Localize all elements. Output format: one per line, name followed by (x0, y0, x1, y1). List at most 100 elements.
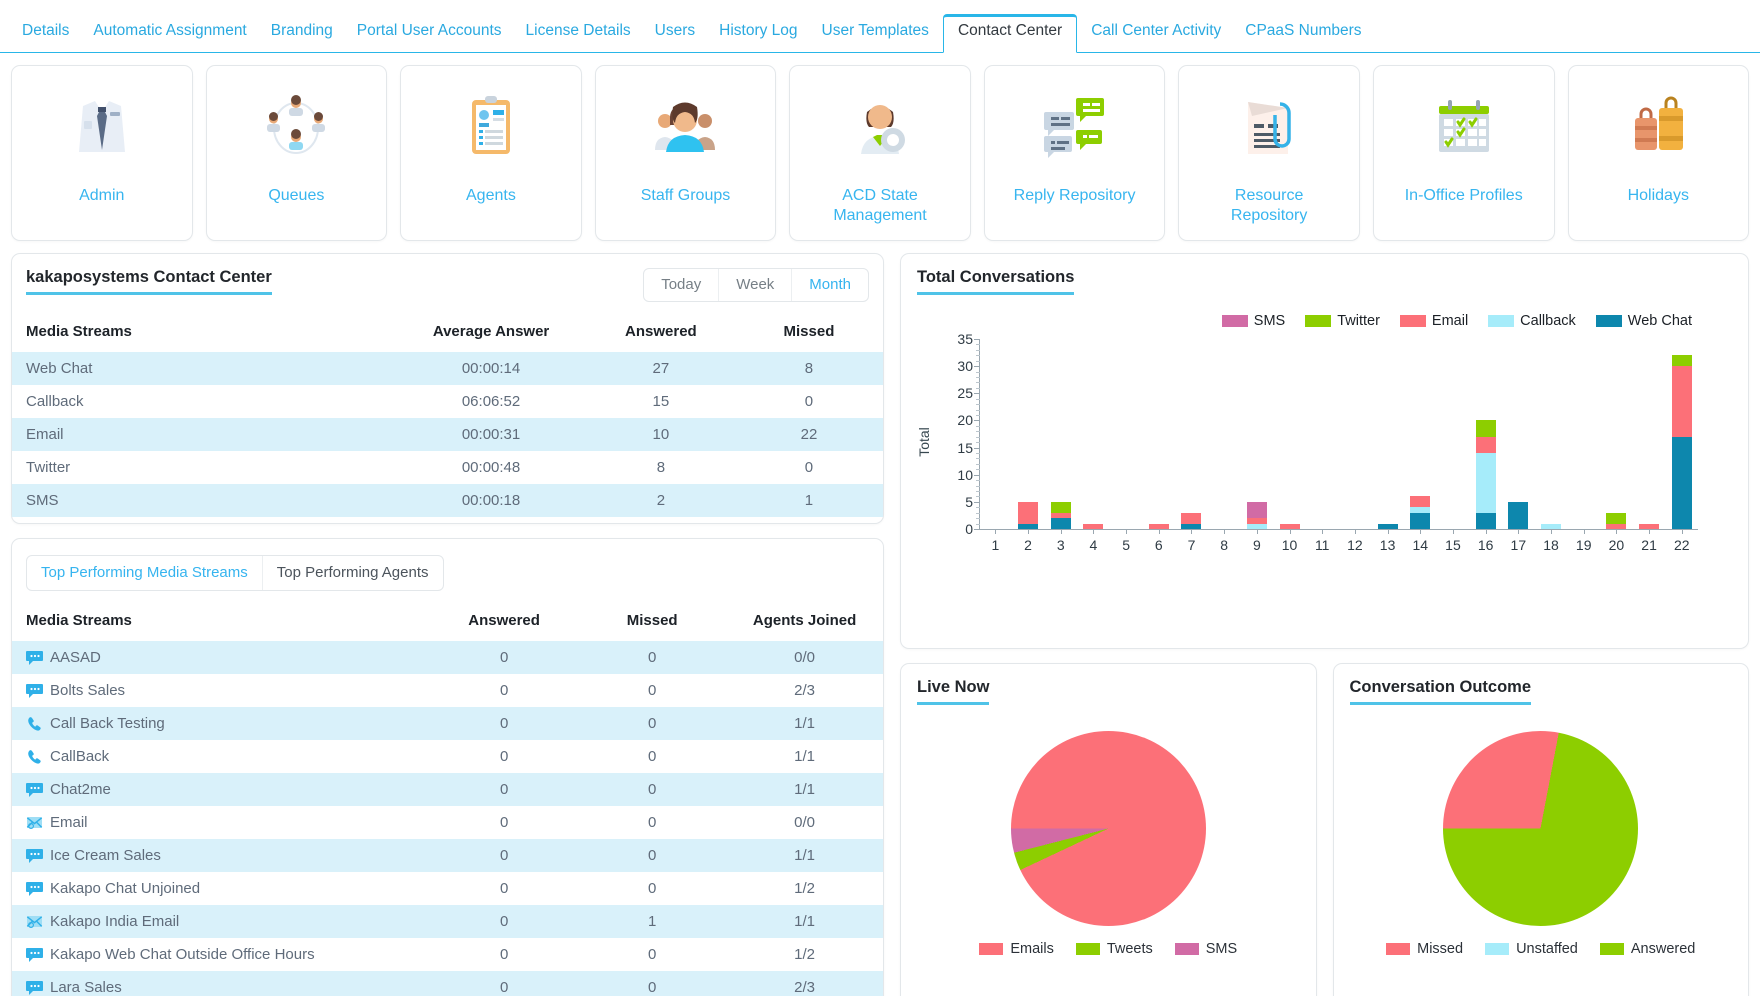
tp-cell-stream: AASAD (12, 641, 430, 674)
card-agents[interactable]: Agents (400, 65, 582, 241)
x-tick-label: 2 (1012, 537, 1045, 553)
card-holidays[interactable]: Holidays (1568, 65, 1750, 241)
bar-column[interactable] (979, 339, 1012, 529)
bar-column[interactable] (1535, 339, 1568, 529)
bar-column[interactable] (1044, 339, 1077, 529)
card-label: Staff Groups (641, 186, 731, 206)
legend-item-twitter[interactable]: Twitter (1305, 313, 1380, 329)
legend-item-sms[interactable]: SMS (1222, 313, 1285, 329)
bar-segment-web-chat (1508, 502, 1528, 529)
chat-icon (26, 947, 43, 962)
period-week[interactable]: Week (718, 269, 791, 301)
table-row: Email00:00:311022 (12, 418, 883, 451)
pie-chart[interactable] (1011, 731, 1206, 926)
y-tick-label: 25 (949, 385, 973, 401)
bar-column[interactable] (1437, 339, 1470, 529)
card-label: Resource Repository (1204, 186, 1334, 226)
bar-column[interactable] (1208, 339, 1241, 529)
bar-segment-web-chat (1410, 513, 1430, 529)
legend-item-callback[interactable]: Callback (1488, 313, 1576, 329)
pie-chart[interactable] (1443, 731, 1638, 926)
bar-column[interactable] (1142, 339, 1175, 529)
pie-legend-item-answered[interactable]: Answered (1600, 941, 1695, 957)
bar-segment-web-chat (1476, 513, 1496, 529)
card-resource-repository[interactable]: Resource Repository (1178, 65, 1360, 241)
chat-icon (26, 650, 43, 665)
tp-cell-missed: 0 (578, 641, 726, 674)
bar-column[interactable] (1175, 339, 1208, 529)
tab-users[interactable]: Users (643, 16, 707, 52)
y-axis-label: Total (916, 427, 932, 457)
x-tick-mark (1257, 529, 1258, 534)
bar-chart-legend: SMS Twitter Email Callback Web Chat (917, 313, 1732, 329)
card-staff-groups[interactable]: Staff Groups (595, 65, 777, 241)
summary-header-row: Media StreamsAverage AnswerAnsweredMisse… (12, 314, 883, 352)
tab-automatic-assignment[interactable]: Automatic Assignment (81, 16, 258, 52)
bar-column[interactable] (1012, 339, 1045, 529)
x-tick-mark (1322, 529, 1323, 534)
bar-column[interactable] (1077, 339, 1110, 529)
pie-legend-item-unstaffed[interactable]: Unstaffed (1485, 941, 1578, 957)
tab-user-templates[interactable]: User Templates (810, 16, 941, 52)
bar-column[interactable] (1404, 339, 1437, 529)
summary-cell-missed: 0 (735, 385, 883, 418)
bar-column[interactable] (1600, 339, 1633, 529)
top-performing-head: Media StreamsAnsweredMissedAgents Joined (12, 603, 883, 641)
top-performing-subtabs[interactable]: Top Performing Media StreamsTop Performi… (26, 555, 444, 591)
luggage-icon (1621, 88, 1695, 166)
bar-column[interactable] (1567, 339, 1600, 529)
calendar-check-icon (1427, 88, 1501, 166)
bar-column[interactable] (1665, 339, 1698, 529)
pie-legend-item-emails[interactable]: Emails (979, 941, 1054, 957)
tp-cell-answered: 0 (430, 773, 578, 806)
period-switch[interactable]: TodayWeekMonth (643, 268, 869, 302)
table-row: Twitter00:00:4880 (12, 451, 883, 484)
legend-label: Callback (1520, 313, 1576, 329)
card-admin[interactable]: Admin (11, 65, 193, 241)
bar-segment-twitter (1672, 355, 1692, 366)
legend-item-web-chat[interactable]: Web Chat (1596, 313, 1692, 329)
bar-segment-twitter (1476, 420, 1496, 436)
summary-cell-avg: 06:06:52 (395, 385, 587, 418)
bar-column[interactable] (1371, 339, 1404, 529)
bar-column[interactable] (1273, 339, 1306, 529)
period-month[interactable]: Month (791, 269, 868, 301)
tp-col-missed: Missed (578, 603, 726, 641)
tp-cell-joined: 1/1 (726, 905, 883, 938)
summary-cell-answered: 2 (587, 484, 735, 517)
tp-cell-stream: Chat2me (12, 773, 430, 806)
tab-contact-center[interactable]: Contact Center (943, 14, 1077, 53)
tab-portal-user-accounts[interactable]: Portal User Accounts (345, 16, 514, 52)
tab-branding[interactable]: Branding (259, 16, 345, 52)
subtab-agents[interactable]: Top Performing Agents (262, 556, 443, 590)
tab-call-center-activity[interactable]: Call Center Activity (1079, 16, 1233, 52)
bar-column[interactable] (1502, 339, 1535, 529)
card-acd-state-management[interactable]: ACD State Management (789, 65, 971, 241)
tab-details[interactable]: Details (10, 16, 81, 52)
pie-legend-item-tweets[interactable]: Tweets (1076, 941, 1153, 957)
live-now-legend: Emails Tweets SMS (917, 941, 1300, 957)
card-in-office-profiles[interactable]: In-Office Profiles (1373, 65, 1555, 241)
tab-history-log[interactable]: History Log (707, 16, 809, 52)
subtab-media-streams[interactable]: Top Performing Media Streams (27, 556, 262, 590)
bar-column[interactable] (1306, 339, 1339, 529)
bar-column[interactable] (1339, 339, 1372, 529)
x-tick-label: 16 (1469, 537, 1502, 553)
bar-column[interactable] (1633, 339, 1666, 529)
tp-cell-joined: 1/1 (726, 707, 883, 740)
summary-cell-avg: 00:00:48 (395, 451, 587, 484)
bar-column[interactable] (1469, 339, 1502, 529)
pie-legend-item-sms[interactable]: SMS (1175, 941, 1237, 957)
card-label: Queues (268, 186, 324, 206)
tab-cpaas-numbers[interactable]: CPaaS Numbers (1233, 16, 1373, 52)
bar-column[interactable] (1241, 339, 1274, 529)
tp-cell-stream: CallBack (12, 740, 430, 773)
period-today[interactable]: Today (644, 269, 718, 301)
legend-item-email[interactable]: Email (1400, 313, 1468, 329)
bar-column[interactable] (1110, 339, 1143, 529)
tab-license-details[interactable]: License Details (514, 16, 643, 52)
card-reply-repository[interactable]: Reply Repository (984, 65, 1166, 241)
x-tick-mark (1191, 529, 1192, 534)
card-queues[interactable]: Queues (206, 65, 388, 241)
pie-legend-item-missed[interactable]: Missed (1386, 941, 1463, 957)
